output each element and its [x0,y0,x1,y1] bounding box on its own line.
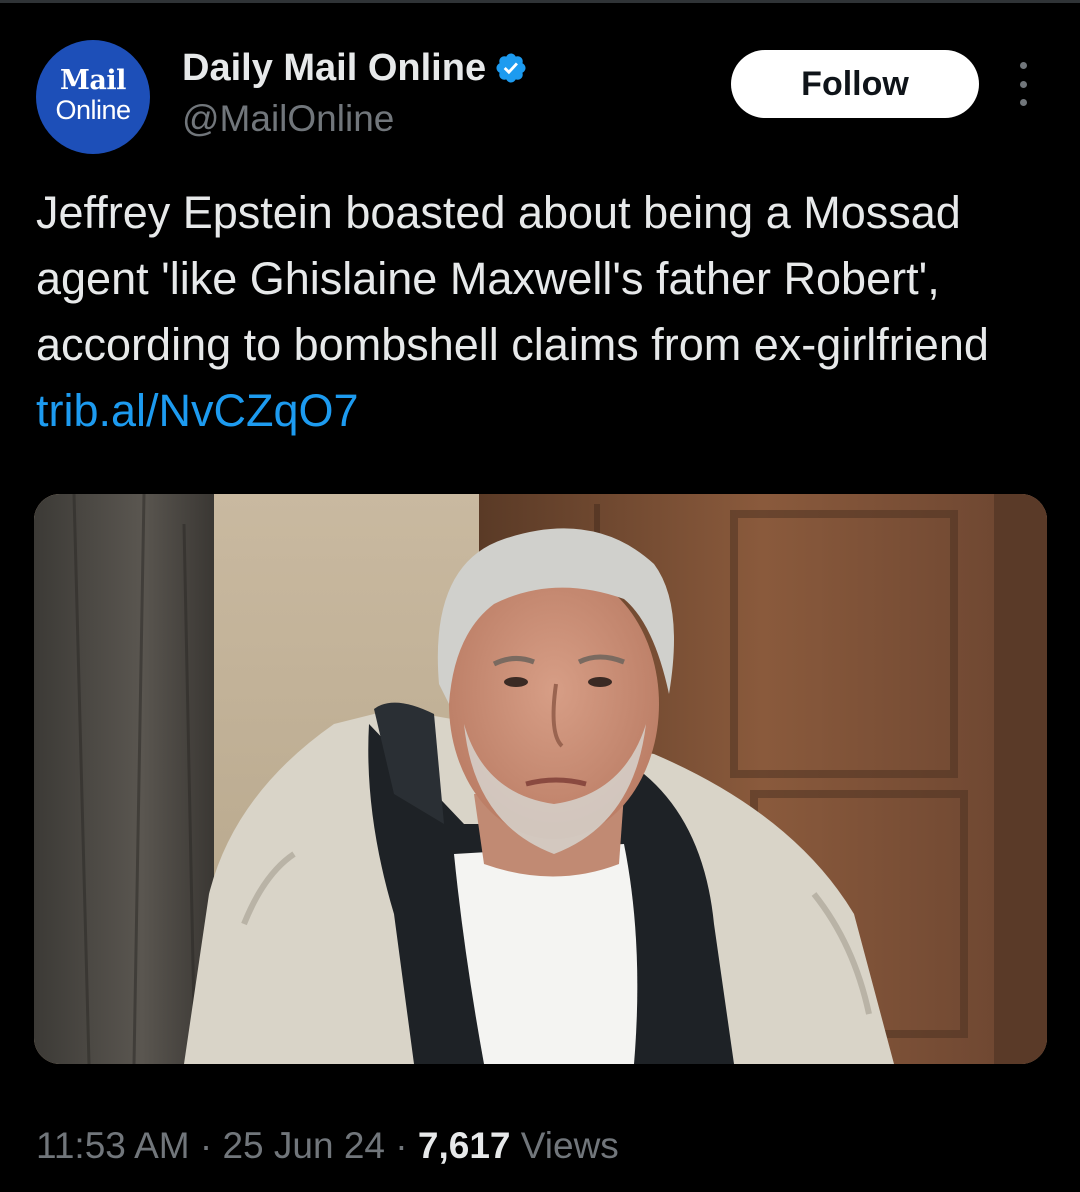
photo-illustration [34,494,1047,1064]
tweet-date[interactable]: 25 Jun 24 [222,1125,385,1166]
avatar-logo-bottom: Online [55,95,131,125]
author-handle[interactable]: @MailOnline [182,97,394,141]
tweet-metadata: 11:53 AM · 25 Jun 24 · 7,617 Views [36,1120,619,1172]
avatar-logo-top: Mail [60,65,126,96]
meta-separator: · [385,1125,418,1166]
tweet-photo[interactable] [34,494,1047,1064]
tweet-body: Jeffrey Epstein boasted about being a Mo… [36,187,989,370]
author-name-row: Daily Mail Online [182,46,528,90]
more-dot [1019,62,1027,69]
views-label: Views [510,1125,619,1166]
tweet-link[interactable]: trib.al/NvCZqO7 [36,385,359,436]
top-divider [0,0,1080,3]
more-vertical-icon[interactable] [1008,62,1038,106]
author-display-name[interactable]: Daily Mail Online [182,46,486,90]
more-dot [1019,99,1027,106]
tweet-time[interactable]: 11:53 AM [36,1125,190,1166]
author-avatar[interactable]: Mail Online [36,40,150,154]
verified-badge-icon [494,51,528,85]
views-count: 7,617 [417,1125,511,1166]
tweet-text: Jeffrey Epstein boasted about being a Mo… [36,180,1046,444]
meta-separator: · [189,1125,223,1166]
more-dot [1019,80,1027,88]
follow-button[interactable]: Follow [731,50,979,118]
